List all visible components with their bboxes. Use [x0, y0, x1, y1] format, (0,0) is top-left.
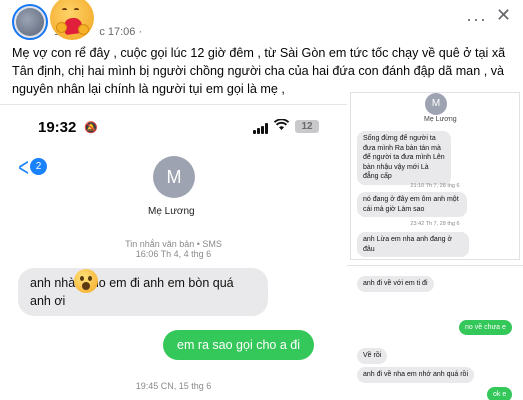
mute-bell-icon: 🔕 — [84, 122, 98, 134]
message-timestamp: 19:45 CN, 15 thg 6 — [135, 381, 212, 391]
chat-screenshot-b: anh đi về với em ti đi no về chưa e Về r… — [347, 265, 523, 400]
incoming-message: nó đang ở đây em ôm anh một cái mà giờ L… — [357, 192, 467, 217]
wow-emoji-icon — [74, 269, 98, 293]
contact-avatar: M — [425, 93, 447, 115]
outgoing-message: no về chưa e — [459, 320, 512, 335]
message-service-label: Tin nhắn văn bản • SMS 16:06 Th 4, 4 thg… — [125, 239, 222, 259]
wifi-icon — [273, 118, 290, 134]
contact-avatar[interactable]: M — [153, 156, 195, 198]
contact-name: Mẹ Lương — [424, 116, 457, 123]
phone-screenshot: 19:32 🔕 12 < 2 M Mẹ Lương Tin nhắn văn b… — [0, 104, 347, 400]
chat-screenshot-a: M Mẹ Lương Sống đừng để người ta đưa mìn… — [350, 92, 520, 260]
cell-signal-icon — [253, 123, 269, 134]
message-timestamp: 23:42 Th 7, 28 thg 6 — [410, 221, 460, 227]
message-timestamp: 21:10 Th 7, 28 thg 6 — [410, 183, 460, 189]
more-options-icon[interactable]: ··· — [466, 10, 487, 28]
incoming-message: Về rồi — [357, 348, 388, 364]
incoming-message: anh Lừa em nha anh đang ở đâu — [357, 232, 469, 257]
battery-indicator: 12 — [295, 120, 319, 133]
unread-badge: 2 — [30, 158, 47, 175]
incoming-message: Sống đừng để người ta đưa mình Ra bàn tá… — [357, 131, 451, 185]
close-icon[interactable]: ✕ — [496, 6, 511, 24]
incoming-message: anh nhà í cho em đi anh em bòn quá anh ơ… — [18, 268, 268, 316]
incoming-message: anh đi về với em ti đi — [357, 276, 434, 292]
incoming-message: anh đi về nha em nhớ anh quá rồi — [357, 367, 474, 383]
post-caption: Mẹ vợ con rể đây , cuộc gọi lúc 12 giờ đ… — [12, 46, 506, 96]
outgoing-message: em ra sao gọi cho a đi — [163, 330, 314, 360]
outgoing-message: ok e — [487, 387, 513, 400]
chevron-left-icon: < — [18, 152, 29, 182]
author-avatar[interactable] — [12, 4, 48, 40]
phone-clock: 19:32 — [38, 119, 77, 136]
contact-name[interactable]: Mẹ Lương — [148, 206, 195, 217]
